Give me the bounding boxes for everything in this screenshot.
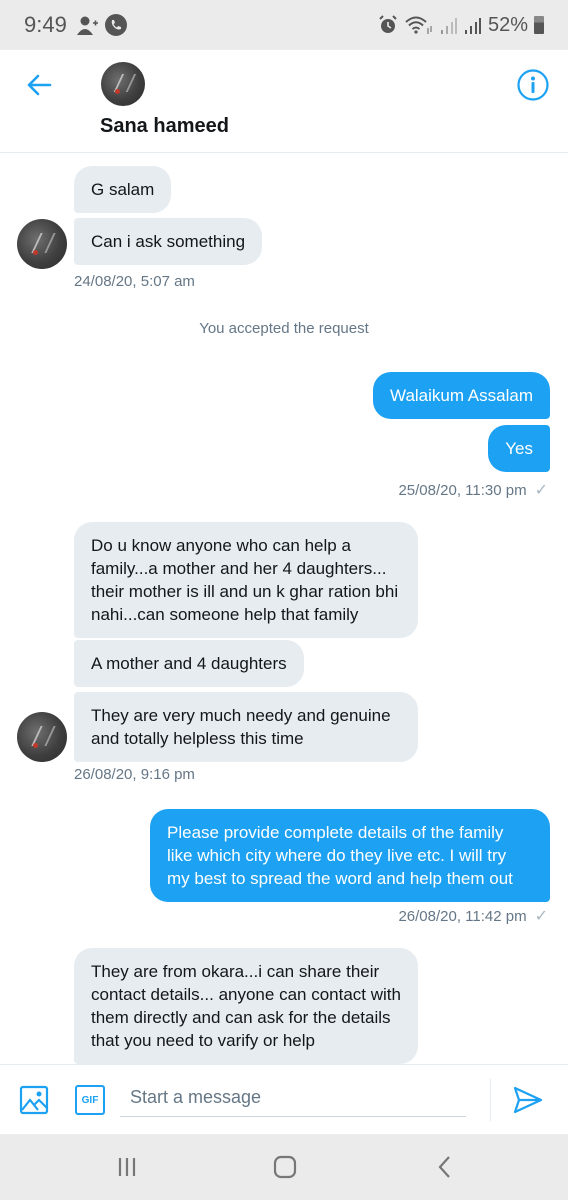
contact-avatar[interactable]	[101, 62, 145, 106]
incoming-message[interactable]: Can i ask something	[74, 218, 263, 265]
back-button[interactable]	[22, 68, 56, 102]
incoming-message[interactable]: They are from okara...i can share their …	[74, 948, 418, 1064]
signal-icon	[464, 18, 481, 34]
message-timestamp: 26/08/20, 11:42 pm	[398, 907, 527, 925]
sent-check-icon: ✓	[534, 908, 548, 925]
incoming-message[interactable]: Do u know anyone who can help a family..…	[74, 522, 418, 638]
message-input[interactable]	[120, 1079, 466, 1117]
info-button[interactable]	[516, 68, 550, 102]
sender-avatar[interactable]	[17, 219, 67, 269]
nav-back-icon[interactable]	[430, 1152, 460, 1182]
sent-check-icon: ✓	[534, 482, 548, 499]
outgoing-message[interactable]: Walaikum Assalam	[373, 372, 550, 419]
message-composer: GIF	[0, 1064, 568, 1134]
outgoing-message[interactable]: Please provide complete details of the f…	[150, 809, 550, 902]
add-contact-icon	[76, 16, 98, 35]
incoming-message[interactable]: G salam	[74, 166, 172, 213]
send-button[interactable]	[512, 1084, 544, 1116]
status-bar: 9:49 52%	[0, 0, 568, 50]
wifi-icon	[405, 16, 432, 34]
battery-percent: 52%	[487, 13, 528, 36]
alarm-icon	[379, 15, 397, 33]
outgoing-message[interactable]: Yes	[488, 425, 550, 472]
message-timestamp: 26/08/20, 9:16 pm	[74, 766, 195, 783]
home-icon[interactable]	[270, 1152, 300, 1182]
contact-name[interactable]: Sana hameed	[100, 115, 229, 138]
incoming-message[interactable]: They are very much needy and genuine and…	[74, 692, 418, 762]
message-timestamp: 24/08/20, 5:07 am	[74, 273, 195, 290]
message-list[interactable]: G salam Can i ask something 24/08/20, 5:…	[0, 154, 568, 1064]
phone-call-icon	[104, 14, 127, 36]
battery-icon	[534, 16, 544, 34]
message-timestamp: 25/08/20, 11:30 pm	[398, 481, 527, 499]
recent-apps-icon[interactable]	[112, 1152, 142, 1182]
conversation-header: Sana hameed	[0, 50, 568, 153]
signal-icon	[440, 18, 457, 34]
system-nav-bar	[0, 1134, 568, 1200]
image-icon[interactable]	[19, 1085, 49, 1115]
incoming-message[interactable]: A mother and 4 daughters	[74, 640, 304, 687]
gif-button[interactable]: GIF	[75, 1085, 105, 1115]
sender-avatar[interactable]	[17, 712, 67, 762]
status-time: 9:49	[24, 12, 67, 37]
divider	[490, 1079, 491, 1121]
system-note: You accepted the request	[199, 320, 369, 337]
